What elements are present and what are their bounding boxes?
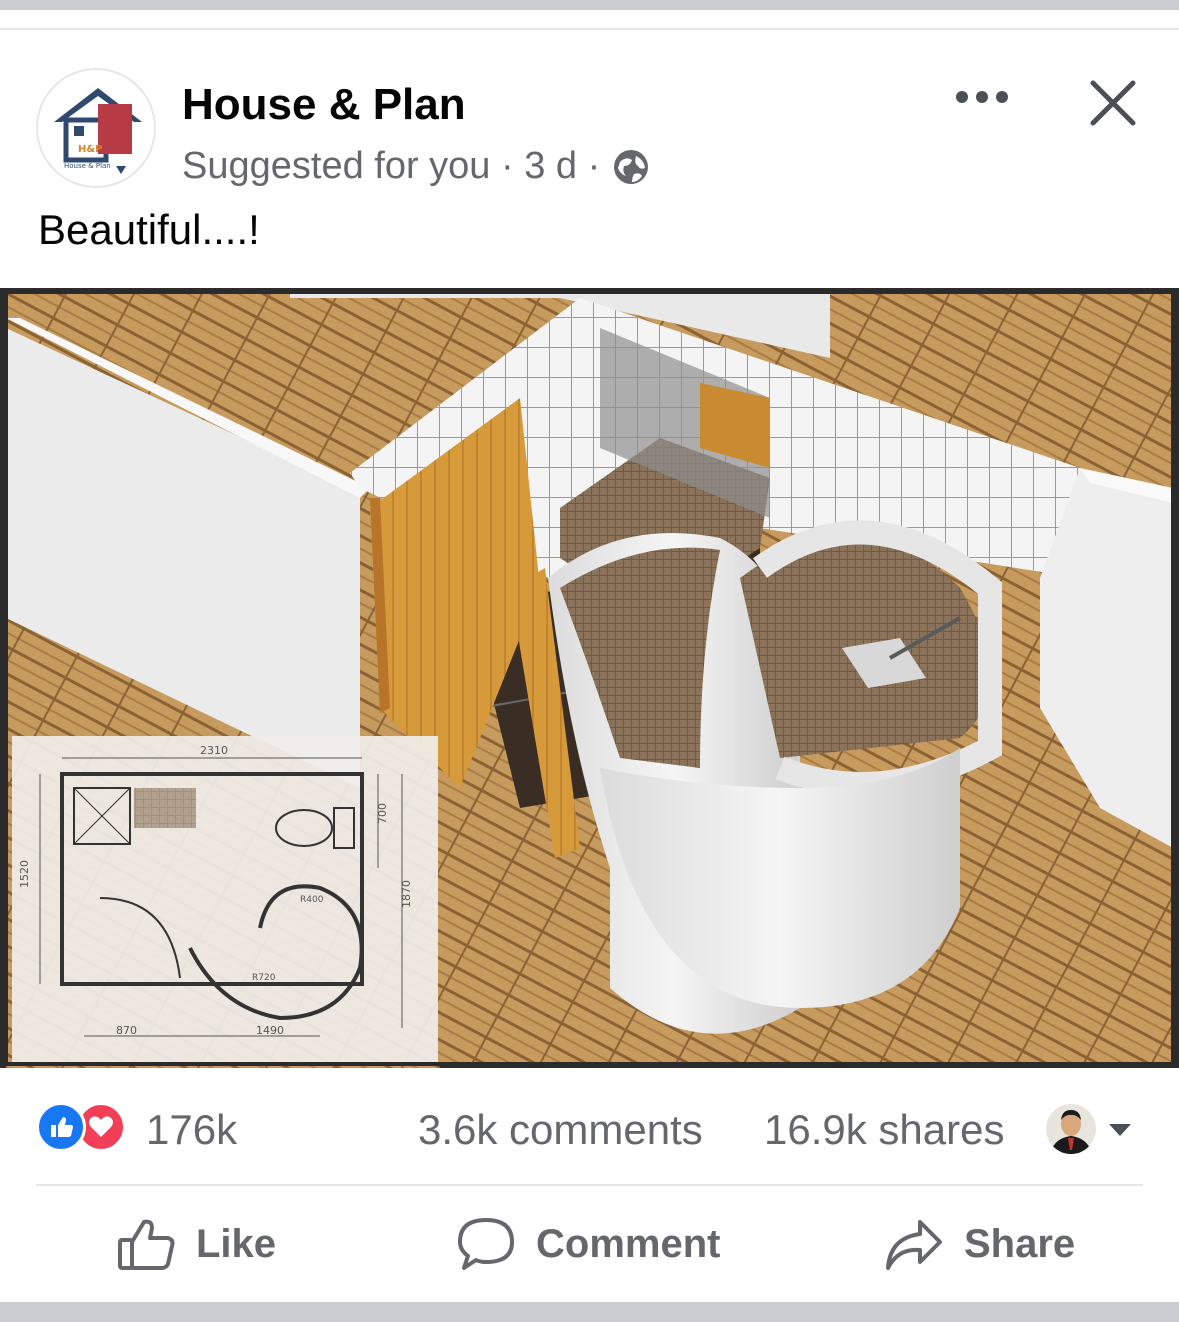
plan-label-radius-a: R400 bbox=[300, 895, 324, 905]
globe-icon[interactable] bbox=[612, 148, 650, 186]
like-button[interactable]: Like bbox=[116, 1204, 276, 1284]
logo-text: H&P bbox=[78, 144, 102, 155]
close-icon bbox=[1090, 80, 1136, 126]
share-arrow-icon bbox=[886, 1220, 942, 1270]
plan-label-top: 2310 bbox=[200, 744, 228, 757]
plan-label-right-top: 700 bbox=[376, 803, 389, 824]
post-header: H&P House & Plan House & Plan Suggested … bbox=[0, 30, 1179, 200]
stats-divider bbox=[36, 1184, 1143, 1186]
share-button[interactable]: Share bbox=[884, 1204, 1075, 1284]
post-actions: Like Comment Share bbox=[0, 1188, 1179, 1300]
more-dots-icon bbox=[956, 91, 1008, 103]
feed-separator-top bbox=[0, 0, 1179, 30]
thumbs-up-icon bbox=[118, 1219, 175, 1270]
hide-post-button[interactable] bbox=[1080, 70, 1146, 136]
post-stats-bar: 176k 3.6k comments 16.9k shares bbox=[0, 1080, 1179, 1180]
comment-button[interactable]: Comment bbox=[456, 1204, 720, 1284]
plan-label-bottom-left: 870 bbox=[116, 1024, 137, 1037]
post-caption: Beautiful....! bbox=[38, 206, 260, 253]
house-plan-logo: H&P House & Plan bbox=[38, 70, 154, 186]
meta-text: Suggested for you · 3 d · bbox=[182, 145, 601, 187]
viewer-avatar[interactable] bbox=[1046, 1104, 1096, 1154]
post-photo[interactable]: 2310 1520 700 1870 870 1490 R400 R720 bbox=[0, 288, 1179, 1068]
logo-subtext: House & Plan bbox=[64, 162, 111, 170]
page-avatar[interactable]: H&P House & Plan bbox=[36, 68, 156, 188]
shares-count[interactable]: 16.9k shares bbox=[764, 1106, 1004, 1154]
more-options-button[interactable] bbox=[950, 75, 1014, 119]
page-name[interactable]: House & Plan bbox=[182, 80, 466, 130]
comments-count[interactable]: 3.6k comments bbox=[418, 1106, 703, 1154]
floor-plan-inset bbox=[12, 736, 438, 1062]
plan-label-radius-b: R720 bbox=[252, 973, 276, 983]
like-icon bbox=[36, 1102, 86, 1152]
share-label: Share bbox=[964, 1221, 1076, 1266]
audience-dropdown-icon[interactable] bbox=[1106, 1120, 1134, 1140]
feed-separator-bottom bbox=[0, 1302, 1179, 1322]
plan-label-bottom-right: 1490 bbox=[256, 1024, 284, 1037]
post-meta: Suggested for you · 3 d · bbox=[182, 145, 650, 188]
like-label: Like bbox=[196, 1221, 277, 1266]
reaction-icons[interactable] bbox=[36, 1102, 126, 1152]
bathroom-render-image: 2310 1520 700 1870 870 1490 R400 R720 bbox=[4, 290, 1175, 1068]
plan-label-left: 1520 bbox=[18, 860, 31, 888]
reaction-count[interactable]: 176k bbox=[146, 1106, 237, 1154]
plan-label-right: 1870 bbox=[400, 880, 413, 908]
comment-label: Comment bbox=[536, 1221, 721, 1266]
comment-bubble-icon bbox=[458, 1218, 514, 1270]
